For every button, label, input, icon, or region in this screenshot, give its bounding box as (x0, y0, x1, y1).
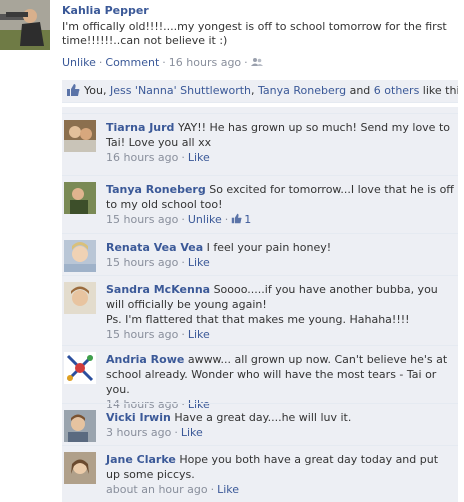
comment-like-link[interactable]: Like (188, 151, 210, 164)
liker-link-tanya[interactable]: Tanya Roneberg (258, 84, 346, 97)
post-author-name[interactable]: Kahlia Pepper (62, 4, 149, 17)
commenter-avatar[interactable] (64, 182, 96, 214)
comment-link[interactable]: Comment (105, 56, 159, 69)
commenter-name[interactable]: Tanya Roneberg (106, 183, 206, 196)
liker-link-jess[interactable]: Jess 'Nanna' Shuttleworth (110, 84, 251, 97)
comment-item: Andria Rowe awww... all grown up now. Ca… (62, 345, 458, 411)
comment-timestamp[interactable]: 15 hours ago (106, 256, 178, 269)
commenter-name[interactable]: Andria Rowe (106, 353, 184, 366)
status-post: Kahlia Pepper I'm offically old!!!!....m… (0, 0, 464, 80)
comment-timestamp[interactable]: 15 hours ago (106, 213, 178, 226)
comment-item: Jane Clarke Hope you both have a great d… (62, 445, 458, 502)
friends-icon (250, 56, 263, 69)
commenter-name[interactable]: Vicki Irwin (106, 411, 171, 424)
commenter-name[interactable]: Jane Clarke (106, 453, 176, 466)
likes-others-link[interactable]: 6 others (374, 84, 420, 97)
comment-text-line2: Ps. I'm flattered that that makes me you… (106, 313, 410, 326)
post-text: I'm offically old!!!!....my yongest is o… (62, 20, 447, 47)
comment-timestamp[interactable]: 3 hours ago (106, 426, 171, 439)
comment-unlike-link[interactable]: Unlike (188, 213, 222, 226)
commenter-avatar[interactable] (64, 282, 96, 314)
comment-timestamp[interactable]: 16 hours ago (106, 151, 178, 164)
comment-like-link[interactable]: Like (188, 256, 210, 269)
commenter-avatar[interactable] (64, 410, 96, 442)
comment-like-link[interactable]: Like (217, 483, 239, 496)
comment-text: I feel your pain honey! (206, 241, 332, 254)
comment-timestamp[interactable]: 15 hours ago (106, 328, 178, 341)
comment-like-link[interactable]: Like (188, 328, 210, 341)
commenter-name[interactable]: Sandra McKenna (106, 283, 210, 296)
commenter-name[interactable]: Renata Vea Vea (106, 241, 203, 254)
comment-item: Tanya Roneberg So excited for tomorrow..… (62, 175, 458, 234)
post-timestamp[interactable]: 16 hours ago (169, 56, 241, 69)
post-actions: Unlike · Comment · 16 hours ago · (62, 56, 263, 69)
comment-item: Vicki Irwin Have a great day....he will … (62, 403, 458, 446)
comment-timestamp[interactable]: about an hour ago (106, 483, 208, 496)
thumbs-up-icon (231, 213, 244, 226)
likes-summary: You, Jess 'Nanna' Shuttleworth, Tanya Ro… (62, 80, 458, 103)
commenter-avatar[interactable] (64, 452, 96, 484)
commenter-avatar[interactable] (64, 240, 96, 272)
unlike-link[interactable]: Unlike (62, 56, 96, 69)
comment-item: Sandra McKenna Soooo.....if you have ano… (62, 275, 458, 346)
comment-item: Renata Vea Vea I feel your pain honey! 1… (62, 233, 458, 276)
commenter-name[interactable]: Tiarna Jurd (106, 121, 174, 134)
comment-text: Have a great day....he will luv it. (174, 411, 352, 424)
comment-like-count[interactable]: 1 (244, 213, 251, 226)
commenter-avatar[interactable] (64, 352, 96, 384)
comments-list: Tiarna Jurd YAY!! He has grown up so muc… (62, 107, 458, 502)
commenter-avatar[interactable] (64, 120, 96, 152)
thumbs-up-icon (66, 83, 80, 97)
comment-item: Tiarna Jurd YAY!! He has grown up so muc… (62, 113, 458, 176)
comment-like-link[interactable]: Like (181, 426, 203, 439)
post-author-avatar[interactable] (0, 0, 50, 50)
